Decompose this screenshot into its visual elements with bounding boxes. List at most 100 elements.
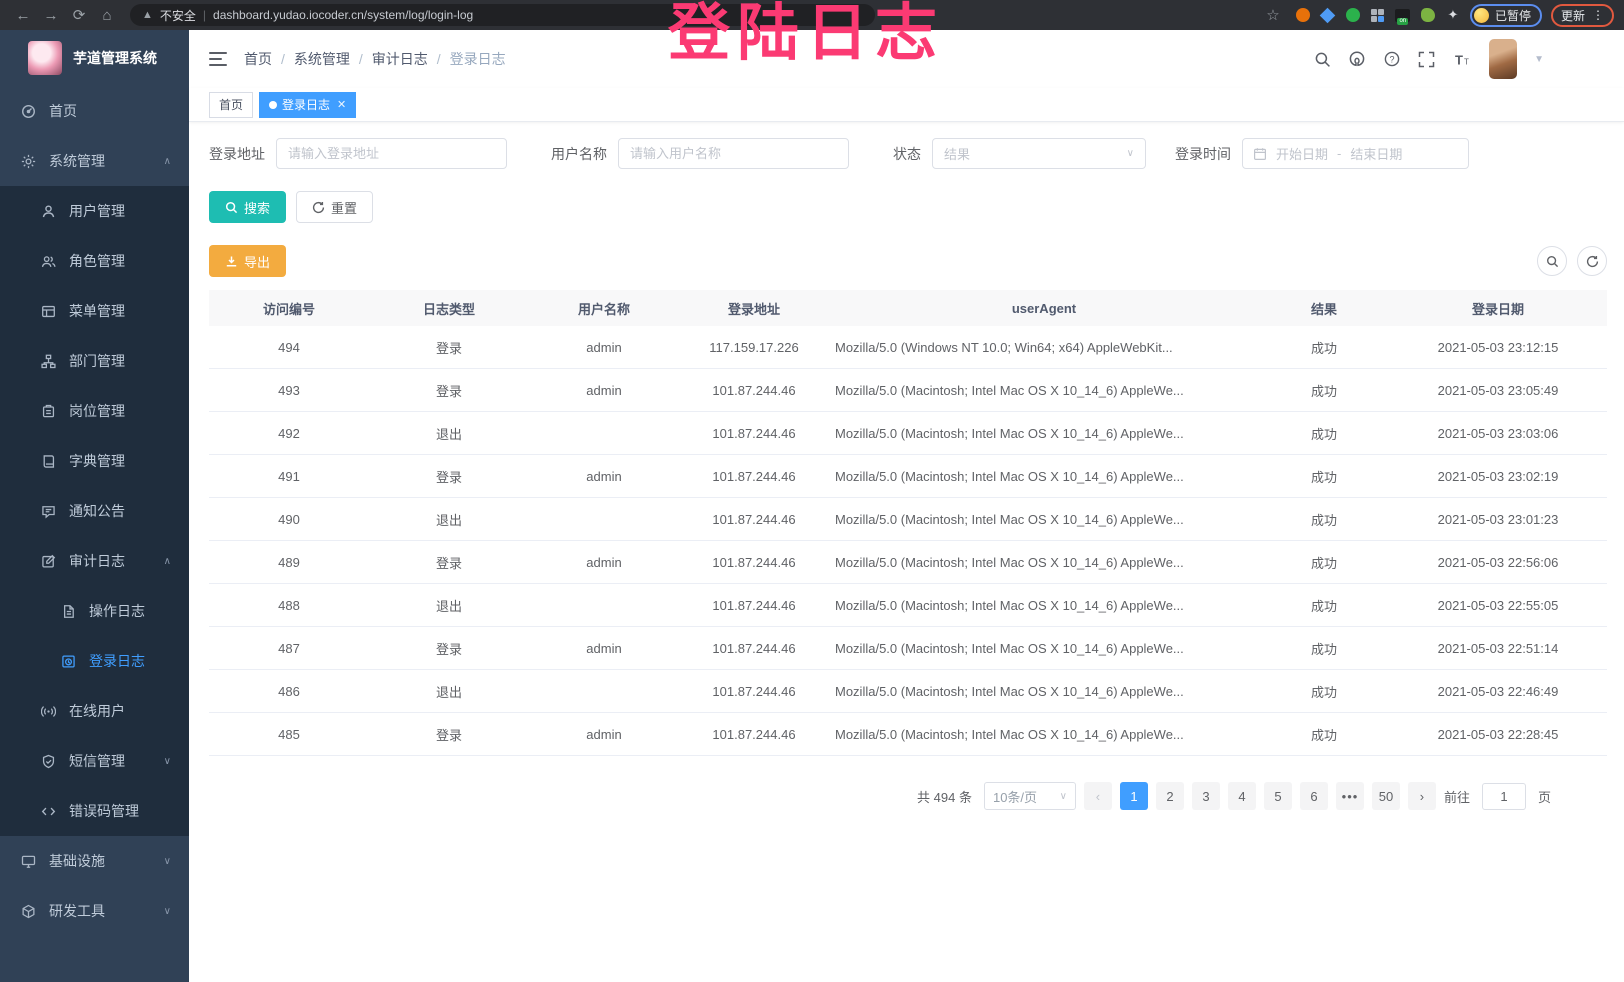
col-header-ua[interactable]: userAgent bbox=[829, 301, 1259, 316]
table-row[interactable]: 490退出101.87.244.46Mozilla/5.0 (Macintosh… bbox=[209, 498, 1607, 541]
search-icon[interactable] bbox=[1314, 51, 1331, 68]
search-button[interactable]: 搜索 bbox=[209, 191, 286, 223]
sidebar-item-dev-tools[interactable]: 研发工具 ∨ bbox=[0, 886, 189, 936]
close-icon[interactable]: ✕ bbox=[337, 98, 346, 111]
address-bar[interactable]: ▲ 不安全 | dashboard.yudao.iocoder.cn/syste… bbox=[130, 4, 875, 26]
username-input[interactable] bbox=[618, 138, 849, 169]
extension-icon-puzzle[interactable]: ✦ bbox=[1445, 7, 1461, 23]
page-button-1[interactable]: 1 bbox=[1120, 782, 1148, 810]
shield-check-icon bbox=[41, 754, 56, 769]
sidebar-item-posts[interactable]: 岗位管理 bbox=[0, 386, 189, 436]
github-icon[interactable] bbox=[1348, 50, 1366, 68]
status-select[interactable]: 结果 ∨ bbox=[932, 138, 1146, 169]
sidebar-item-infrastructure[interactable]: 基础设施 ∨ bbox=[0, 836, 189, 886]
table-row[interactable]: 493登录admin101.87.244.46Mozilla/5.0 (Maci… bbox=[209, 369, 1607, 412]
sidebar-item-online-users[interactable]: 在线用户 bbox=[0, 686, 189, 736]
sidebar-item-label: 在线用户 bbox=[69, 701, 125, 721]
browser-forward-icon[interactable]: → bbox=[38, 3, 64, 27]
chevron-down-icon[interactable]: ▼ bbox=[1534, 54, 1544, 65]
table-row[interactable]: 488退出101.87.244.46Mozilla/5.0 (Macintosh… bbox=[209, 584, 1607, 627]
browser-menu-icon[interactable]: ⋮ bbox=[1592, 8, 1604, 22]
col-header-result[interactable]: 结果 bbox=[1259, 299, 1389, 318]
fullscreen-icon[interactable] bbox=[1418, 51, 1435, 68]
extension-icon-green[interactable] bbox=[1345, 7, 1361, 23]
sidebar-item-departments[interactable]: 部门管理 bbox=[0, 336, 189, 386]
breadcrumb-home[interactable]: 首页 bbox=[244, 49, 272, 69]
table-row[interactable]: 492退出101.87.244.46Mozilla/5.0 (Macintosh… bbox=[209, 412, 1607, 455]
sidebar-collapse-icon[interactable] bbox=[209, 52, 227, 66]
col-header-ip[interactable]: 登录地址 bbox=[679, 299, 829, 318]
extension-icon-diamond[interactable] bbox=[1320, 7, 1336, 23]
tab-login-log[interactable]: 登录日志 ✕ bbox=[259, 92, 356, 118]
sidebar-item-users[interactable]: 用户管理 bbox=[0, 186, 189, 236]
refresh-table-button[interactable] bbox=[1577, 246, 1607, 276]
col-header-user[interactable]: 用户名称 bbox=[529, 299, 679, 318]
table-row[interactable]: 491登录admin101.87.244.46Mozilla/5.0 (Maci… bbox=[209, 455, 1607, 498]
more-pages-button[interactable]: ••• bbox=[1336, 782, 1364, 810]
date-range-picker[interactable]: 开始日期 - 结束日期 bbox=[1242, 138, 1469, 169]
next-page-button[interactable]: › bbox=[1408, 782, 1436, 810]
sidebar-item-menus[interactable]: 菜单管理 bbox=[0, 286, 189, 336]
sidebar-item-error-codes[interactable]: 错误码管理 bbox=[0, 786, 189, 836]
sidebar-item-dictionary[interactable]: 字典管理 bbox=[0, 436, 189, 486]
range-separator: - bbox=[1337, 146, 1341, 161]
sidebar-item-audit-log[interactable]: 审计日志 ∧ bbox=[0, 536, 189, 586]
table-row[interactable]: 486退出101.87.244.46Mozilla/5.0 (Macintosh… bbox=[209, 670, 1607, 713]
sidebar-item-login-log[interactable]: 登录日志 bbox=[0, 636, 189, 686]
reset-button[interactable]: 重置 bbox=[296, 191, 373, 223]
browser-home-icon[interactable]: ⌂ bbox=[94, 3, 120, 27]
bookmark-star-icon[interactable]: ☆ bbox=[1260, 3, 1286, 27]
browser-reload-icon[interactable]: ⟳ bbox=[66, 3, 92, 27]
browser-back-icon[interactable]: ← bbox=[10, 3, 36, 27]
sidebar-item-label: 菜单管理 bbox=[69, 301, 125, 321]
user-avatar[interactable] bbox=[1489, 39, 1517, 79]
tab-home[interactable]: 首页 bbox=[209, 92, 253, 118]
address-input[interactable] bbox=[276, 138, 507, 169]
browser-update-button[interactable]: 更新 ⋮ bbox=[1551, 4, 1614, 27]
page-button-50[interactable]: 50 bbox=[1372, 782, 1400, 810]
document-icon bbox=[61, 604, 76, 619]
sidebar-item-sms[interactable]: 短信管理 ∨ bbox=[0, 736, 189, 786]
security-label[interactable]: 不安全 bbox=[160, 7, 196, 24]
table-row[interactable]: 487登录admin101.87.244.46Mozilla/5.0 (Maci… bbox=[209, 627, 1607, 670]
end-date-placeholder[interactable]: 结束日期 bbox=[1350, 144, 1402, 163]
page-button-4[interactable]: 4 bbox=[1228, 782, 1256, 810]
table-row[interactable]: 485登录admin101.87.244.46Mozilla/5.0 (Maci… bbox=[209, 713, 1607, 756]
col-header-date[interactable]: 登录日期 bbox=[1389, 299, 1607, 318]
col-header-type[interactable]: 日志类型 bbox=[369, 299, 529, 318]
toggle-search-button[interactable] bbox=[1537, 246, 1567, 276]
extension-icon-grid[interactable] bbox=[1370, 7, 1386, 23]
prev-page-button[interactable]: ‹ bbox=[1084, 782, 1112, 810]
col-header-id[interactable]: 访问编号 bbox=[209, 299, 369, 318]
start-date-placeholder[interactable]: 开始日期 bbox=[1276, 144, 1328, 163]
page-button-2[interactable]: 2 bbox=[1156, 782, 1184, 810]
font-size-icon[interactable]: TT bbox=[1452, 51, 1472, 68]
refresh-icon bbox=[1586, 255, 1599, 268]
profile-paused-chip[interactable]: 已暂停 bbox=[1470, 4, 1542, 27]
breadcrumb-audit[interactable]: 审计日志 bbox=[372, 49, 428, 69]
sidebar-item-home[interactable]: 首页 bbox=[0, 86, 189, 136]
page-button-5[interactable]: 5 bbox=[1264, 782, 1292, 810]
goto-page-input[interactable] bbox=[1482, 783, 1526, 810]
export-button[interactable]: 导出 bbox=[209, 245, 286, 277]
users-icon bbox=[41, 254, 56, 269]
extension-icon-leaf[interactable] bbox=[1420, 7, 1436, 23]
sidebar-item-roles[interactable]: 角色管理 bbox=[0, 236, 189, 286]
sidebar-item-system[interactable]: 系统管理 ∧ bbox=[0, 136, 189, 186]
edit-icon bbox=[41, 554, 56, 569]
help-icon[interactable]: ? bbox=[1383, 50, 1401, 68]
page-size-select[interactable]: 10条/页 ∨ bbox=[984, 782, 1076, 810]
url-text[interactable]: dashboard.yudao.iocoder.cn/system/log/lo… bbox=[213, 8, 473, 22]
app-logo[interactable]: 芋道管理系统 bbox=[0, 30, 189, 86]
chevron-down-icon: ∨ bbox=[164, 756, 171, 767]
page-button-3[interactable]: 3 bbox=[1192, 782, 1220, 810]
breadcrumb-system[interactable]: 系统管理 bbox=[294, 49, 350, 69]
page-button-6[interactable]: 6 bbox=[1300, 782, 1328, 810]
sidebar-item-notices[interactable]: 通知公告 bbox=[0, 486, 189, 536]
extension-icon-list[interactable]: on bbox=[1395, 7, 1411, 23]
extension-icon-orange[interactable] bbox=[1295, 7, 1311, 23]
not-secure-icon: ▲ bbox=[142, 9, 153, 21]
table-row[interactable]: 494登录admin117.159.17.226Mozilla/5.0 (Win… bbox=[209, 326, 1607, 369]
sidebar-item-operation-log[interactable]: 操作日志 bbox=[0, 586, 189, 636]
table-row[interactable]: 489登录admin101.87.244.46Mozilla/5.0 (Maci… bbox=[209, 541, 1607, 584]
